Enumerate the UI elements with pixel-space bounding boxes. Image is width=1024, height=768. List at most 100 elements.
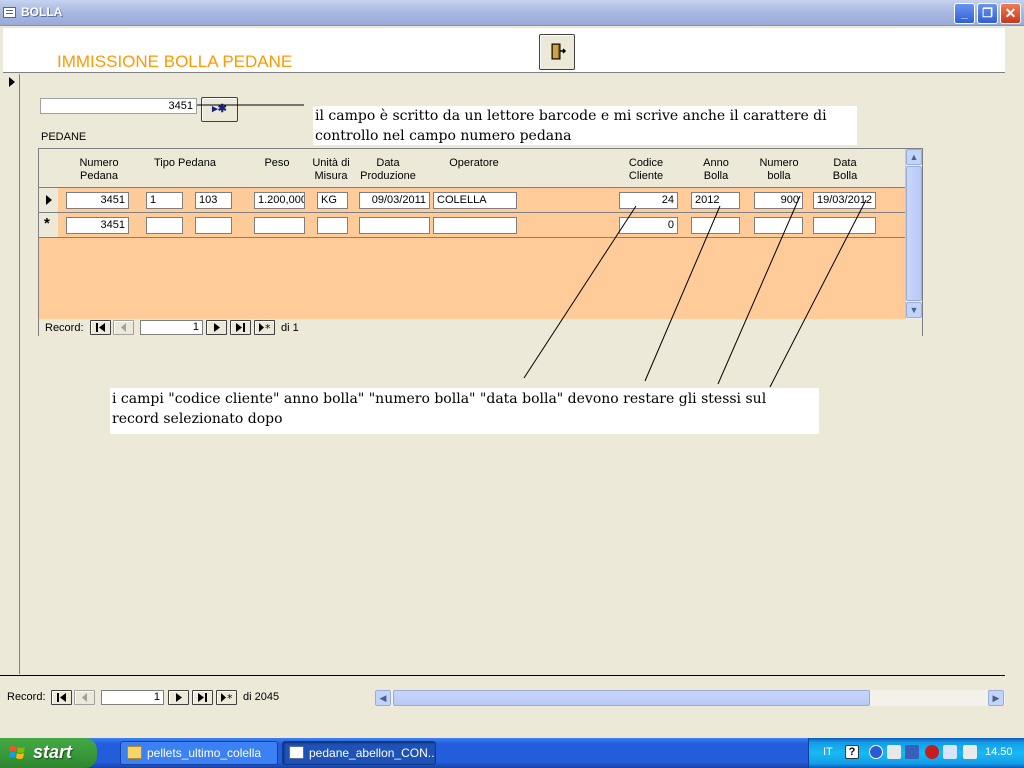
numero-bolla-field[interactable] bbox=[754, 217, 803, 234]
subform-current-record-input[interactable]: 1 bbox=[140, 320, 203, 335]
data-bolla-field[interactable] bbox=[813, 217, 876, 234]
codice-cliente-field[interactable]: 24 bbox=[619, 192, 678, 209]
main-record-selector[interactable] bbox=[3, 74, 20, 674]
scroll-thumb[interactable] bbox=[906, 166, 922, 301]
exit-button[interactable] bbox=[539, 34, 575, 70]
main-record-count: di 2045 bbox=[243, 691, 280, 703]
tipo-pedana-code-field[interactable]: 103 bbox=[195, 192, 232, 209]
header-unita-misura: Unità di Misura bbox=[312, 157, 350, 182]
header-tipo-pedana: Tipo Pedana bbox=[154, 157, 216, 169]
main-horizontal-scrollbar[interactable]: ◀ ▶ bbox=[375, 690, 1005, 706]
new-record-nav-icon: * bbox=[259, 323, 271, 332]
anno-bolla-field[interactable]: 2012 bbox=[691, 192, 740, 209]
taskbar-item-folder[interactable]: pellets_ultimo_colella bbox=[120, 741, 278, 765]
subform-label: PEDANE bbox=[41, 131, 87, 143]
device-icon[interactable] bbox=[943, 745, 957, 759]
subform-column-headers: Numero Pedana Tipo Pedana Peso Unità di … bbox=[39, 149, 905, 188]
first-record-button[interactable] bbox=[90, 320, 111, 335]
header-numero-pedana: Numero Pedana bbox=[79, 157, 119, 182]
new-record-star-icon: * bbox=[44, 215, 50, 232]
main-first-record-button[interactable] bbox=[51, 690, 72, 705]
header-anno-bolla: Anno Bolla bbox=[703, 157, 729, 182]
restore-button[interactable]: ❐ bbox=[977, 3, 998, 24]
data-produzione-field[interactable]: 09/03/2011 bbox=[359, 192, 430, 209]
unita-misura-field[interactable]: KG bbox=[317, 192, 348, 209]
data-produzione-field[interactable] bbox=[359, 217, 430, 234]
new-record-nav-button[interactable]: * bbox=[254, 320, 275, 335]
minimize-button[interactable]: _ bbox=[954, 3, 975, 24]
scroll-left-icon[interactable]: ◀ bbox=[375, 690, 391, 706]
operatore-field[interactable]: COLELLA bbox=[433, 192, 517, 209]
network-icon[interactable] bbox=[905, 745, 919, 759]
language-indicator[interactable]: IT bbox=[823, 746, 833, 758]
last-record-icon bbox=[198, 693, 207, 702]
svg-text:*: * bbox=[265, 323, 271, 332]
first-record-icon bbox=[57, 693, 66, 702]
display-icon[interactable] bbox=[963, 745, 977, 759]
subform-record-count: di 1 bbox=[281, 322, 299, 334]
taskbar-item-label: pedane_abellon_CON... bbox=[309, 746, 436, 760]
subform-record-label: Record: bbox=[45, 322, 84, 334]
start-button[interactable]: start bbox=[0, 738, 97, 768]
scroll-up-icon[interactable]: ▲ bbox=[906, 149, 922, 165]
form-footer-divider bbox=[0, 675, 1005, 676]
scroll-down-icon[interactable]: ▼ bbox=[906, 302, 922, 318]
operatore-field[interactable] bbox=[433, 217, 517, 234]
subform-empty-area bbox=[39, 238, 905, 319]
peso-field[interactable] bbox=[254, 217, 305, 234]
header-data-produzione: Data Produzione bbox=[360, 157, 416, 182]
main-next-record-button[interactable] bbox=[168, 690, 189, 705]
horizontal-scroll-thumb[interactable] bbox=[393, 690, 870, 706]
pedane-subform: Numero Pedana Tipo Pedana Peso Unità di … bbox=[38, 148, 923, 336]
last-record-button[interactable] bbox=[230, 320, 251, 335]
main-last-record-button[interactable] bbox=[192, 690, 213, 705]
first-record-icon bbox=[96, 323, 105, 332]
subform-navigation: Record: 1 * di 1 bbox=[39, 319, 922, 336]
new-record-button[interactable]: ▸✱ bbox=[201, 97, 238, 122]
row-selector-current[interactable] bbox=[39, 188, 58, 213]
annotation-barcode-note: il campo è scritto da un lettore barcode… bbox=[313, 106, 857, 145]
previous-record-button[interactable] bbox=[113, 320, 134, 335]
bluetooth-icon[interactable] bbox=[925, 745, 939, 759]
tipo-pedana-code-field[interactable] bbox=[195, 217, 232, 234]
numero-bolla-field[interactable]: 900 bbox=[754, 192, 803, 209]
clock: 14.50 bbox=[985, 746, 1013, 758]
main-new-record-nav-button[interactable]: * bbox=[216, 690, 237, 705]
access-document-icon bbox=[289, 746, 304, 759]
numero-pedana-field[interactable]: 3451 bbox=[66, 217, 129, 234]
subform-vertical-scrollbar[interactable]: ▲ ▼ bbox=[905, 149, 922, 319]
annotation-fields-note: i campi "codice cliente" anno bolla" "nu… bbox=[110, 388, 819, 434]
taskbar-item-access[interactable]: pedane_abellon_CON... bbox=[282, 741, 436, 765]
header-operatore: Operatore bbox=[449, 157, 499, 169]
numero-pedana-field[interactable]: 3451 bbox=[66, 192, 129, 209]
codice-cliente-field[interactable]: 0 bbox=[619, 217, 678, 234]
header-codice-cliente: Codice Cliente bbox=[628, 157, 664, 182]
windows-logo-icon bbox=[9, 746, 25, 759]
form-title: IMMISSIONE BOLLA PEDANE bbox=[57, 52, 293, 71]
barcode-input[interactable]: 3451 bbox=[40, 98, 197, 114]
help-icon[interactable]: ? bbox=[845, 745, 859, 759]
peso-field[interactable]: 1.200,000 bbox=[254, 192, 305, 209]
security-alert-icon[interactable] bbox=[887, 745, 901, 759]
tray-expand-icon[interactable] bbox=[869, 745, 883, 759]
main-previous-record-button[interactable] bbox=[74, 690, 95, 705]
anno-bolla-field[interactable] bbox=[691, 217, 740, 234]
data-bolla-field[interactable]: 19/03/2012 bbox=[813, 192, 876, 209]
header-numero-bolla: Numero bolla bbox=[759, 157, 799, 182]
unita-misura-field[interactable] bbox=[317, 217, 348, 234]
last-record-icon bbox=[236, 323, 245, 332]
next-record-icon bbox=[214, 323, 220, 332]
tipo-pedana-field[interactable]: 1 bbox=[146, 192, 183, 209]
previous-record-icon bbox=[82, 693, 87, 702]
system-tray: IT ? 14.50 bbox=[808, 738, 1024, 768]
tipo-pedana-field[interactable] bbox=[146, 217, 183, 234]
main-current-record-input[interactable]: 1 bbox=[101, 690, 164, 705]
close-button[interactable]: ✕ bbox=[1000, 3, 1021, 24]
header-peso: Peso bbox=[264, 157, 290, 169]
next-record-button[interactable] bbox=[206, 320, 227, 335]
previous-record-icon bbox=[121, 323, 126, 332]
form-header: IMMISSIONE BOLLA PEDANE bbox=[3, 28, 1005, 73]
scroll-right-icon[interactable]: ▶ bbox=[988, 690, 1004, 706]
row-selector-new[interactable]: * bbox=[39, 213, 58, 238]
folder-icon bbox=[127, 746, 142, 759]
